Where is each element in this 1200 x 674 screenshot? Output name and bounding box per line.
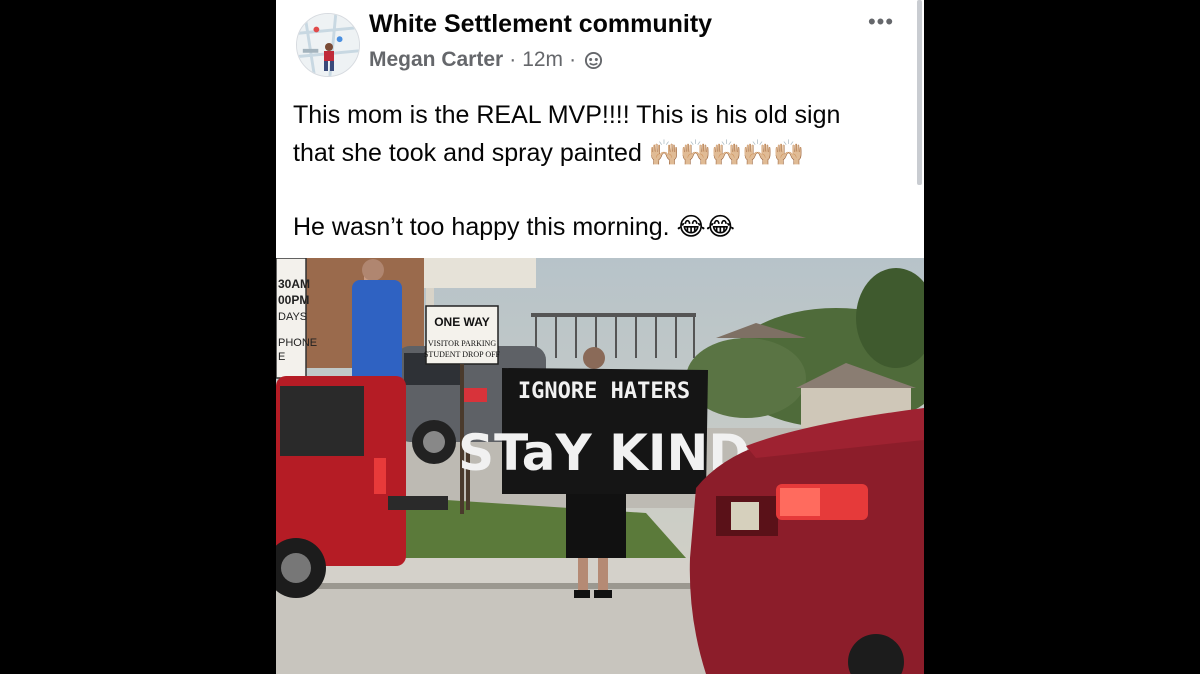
- post-text-line: This mom is the REAL MVP!!!! This is his…: [293, 101, 841, 129]
- photo-scene: 30AM 00PM DAYS PHONE E ONE WAY VISITOR P…: [276, 258, 924, 674]
- post-text-fragment: He wasn’t too happy this morning.: [293, 213, 670, 241]
- post-card: White Settlement community Megan Carter …: [276, 0, 924, 674]
- parking-sign-text: VISITOR PARKING: [428, 339, 496, 348]
- left-sign-text: PHONE: [278, 337, 317, 349]
- public-globe-icon[interactable]: [584, 51, 603, 70]
- author-name[interactable]: Megan Carter: [369, 48, 503, 72]
- scrollbar[interactable]: [917, 0, 922, 185]
- meta-separator: ·: [509, 48, 517, 71]
- post-time[interactable]: 12m: [522, 48, 563, 72]
- post-header: White Settlement community Megan Carter …: [276, 0, 924, 90]
- group-avatar[interactable]: [296, 13, 360, 77]
- post-meta: Megan Carter · 12m ·: [369, 48, 603, 72]
- parking-sign-text: STUDENT DROP OFF: [424, 350, 501, 359]
- post-text-line: He wasn’t too happy this morning. 😂😂: [293, 208, 908, 246]
- post-text-fragment: that she took and spray painted: [293, 139, 642, 167]
- post-text: This mom is the REAL MVP!!!! This is his…: [293, 96, 908, 246]
- banner-text-line2: STaY KIND: [458, 424, 750, 482]
- banner-text-line1: IGNORE HATERS: [518, 379, 690, 404]
- left-sign-text: E: [278, 351, 285, 363]
- meta-separator: ·: [569, 48, 577, 71]
- left-sign-text: 30AM: [278, 277, 310, 291]
- left-sign-text: DAYS: [278, 311, 307, 323]
- post-text-line: that she took and spray painted 🙌🏼🙌🏼🙌🏼🙌🏼…: [293, 134, 908, 172]
- laughing-emoji: 😂😂: [676, 212, 735, 241]
- post-photo[interactable]: 30AM 00PM DAYS PHONE E ONE WAY VISITOR P…: [276, 258, 924, 674]
- left-sign-text: 00PM: [278, 293, 309, 307]
- raising-hands-emoji: 🙌🏼🙌🏼🙌🏼🙌🏼🙌🏼: [648, 138, 805, 167]
- more-options-icon[interactable]: •••: [864, 8, 898, 36]
- one-way-sign-text: ONE WAY: [434, 315, 490, 329]
- group-name[interactable]: White Settlement community: [369, 10, 712, 39]
- person-avatar-figure: [324, 43, 334, 71]
